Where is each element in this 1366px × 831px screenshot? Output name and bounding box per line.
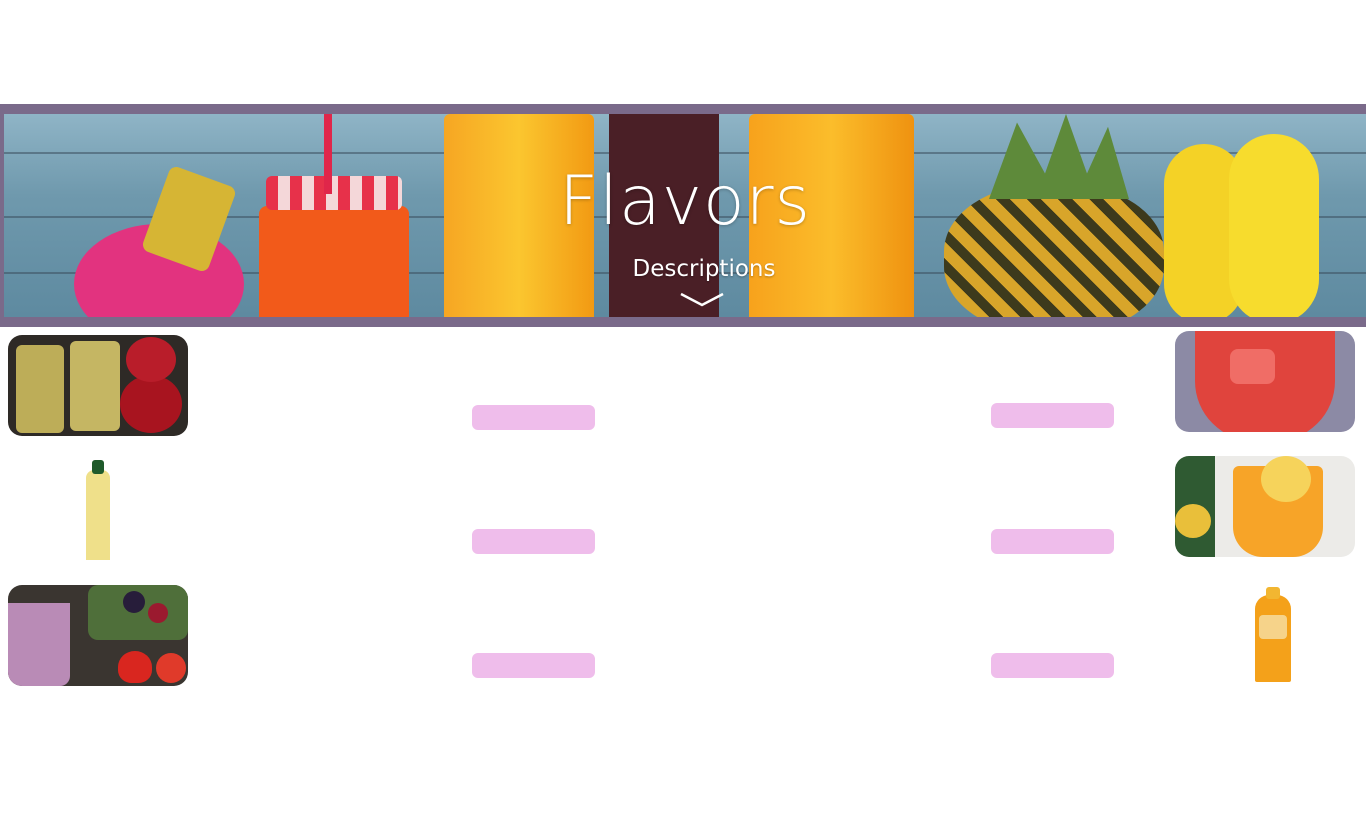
- lemon-orange-drink-image[interactable]: [1175, 456, 1355, 557]
- hero-banner: Flavors Descriptions: [0, 104, 1366, 327]
- hero-subtitle: Descriptions: [632, 256, 776, 282]
- chevron-down-icon[interactable]: [679, 292, 725, 308]
- berry-smoothie-image[interactable]: [8, 585, 188, 686]
- juice-bottle-image[interactable]: [8, 460, 188, 561]
- red-fruit-drink-image[interactable]: [1175, 331, 1355, 432]
- product-button-5[interactable]: [472, 653, 595, 678]
- hero-title: Flavors: [559, 162, 811, 241]
- orange-juice-bottle-image[interactable]: [1175, 581, 1355, 682]
- apple-juice-jars-image[interactable]: [8, 335, 188, 436]
- product-button-1[interactable]: [472, 405, 595, 430]
- product-button-4[interactable]: [991, 529, 1114, 554]
- product-button-2[interactable]: [991, 403, 1114, 428]
- product-button-3[interactable]: [472, 529, 595, 554]
- product-button-6[interactable]: [991, 653, 1114, 678]
- hero-background-image: Flavors Descriptions: [4, 114, 1366, 317]
